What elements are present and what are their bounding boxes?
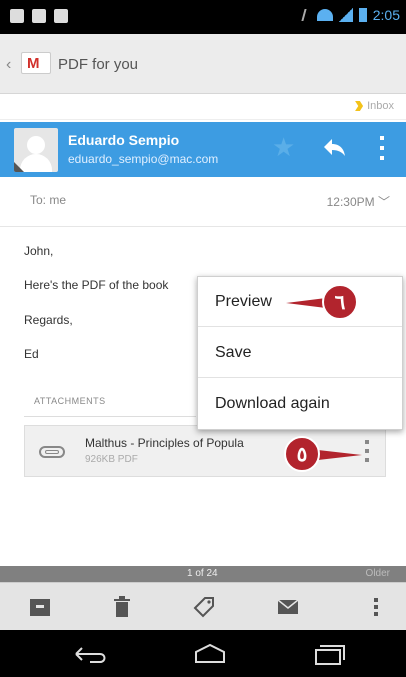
archive-icon[interactable] xyxy=(28,595,52,619)
body-greeting: John, xyxy=(24,244,54,258)
attachment-name: Malthus - Principles of Popula xyxy=(85,436,244,450)
status-notifications xyxy=(10,9,68,23)
image-icon xyxy=(32,9,46,23)
gmail-logo[interactable]: M xyxy=(21,52,51,74)
wifi-icon xyxy=(316,9,333,21)
body-text: Here's the PDF of the book xyxy=(24,278,169,292)
label-icon[interactable] xyxy=(192,595,216,619)
status-system: 2:05 xyxy=(301,7,400,23)
battery-icon xyxy=(358,8,367,22)
delete-icon[interactable] xyxy=(110,595,134,619)
up-chevron-icon[interactable]: ‹ xyxy=(6,56,11,74)
message-time: 12:30PM ﹀ xyxy=(327,193,390,210)
back-icon[interactable] xyxy=(70,642,110,666)
status-time: 2:05 xyxy=(372,7,400,23)
label-tag-icon xyxy=(355,101,364,111)
older-button[interactable]: Older xyxy=(366,568,390,579)
message-overflow-icon[interactable] xyxy=(380,136,384,160)
bottom-action-bar xyxy=(0,582,406,630)
bluetooth-icon xyxy=(301,9,313,21)
recipient-row[interactable]: To: me 12:30PM ﹀ xyxy=(0,177,406,227)
expand-chevron-icon[interactable]: ﹀ xyxy=(378,195,390,209)
attachment-overflow-icon[interactable] xyxy=(365,440,369,462)
calendar-icon xyxy=(54,9,68,23)
sender-name: Eduardo Sempio xyxy=(68,132,180,148)
inbox-label[interactable]: Inbox xyxy=(355,100,394,112)
message-time-text: 12:30PM xyxy=(326,195,375,209)
label-bar: Inbox xyxy=(0,94,406,120)
menu-item-save[interactable]: Save xyxy=(198,328,402,378)
mark-unread-icon[interactable] xyxy=(276,595,300,619)
sender-header[interactable]: Eduardo Sempio eduardo_sempio@mac.com ★ xyxy=(0,122,406,177)
attachment-card[interactable]: Malthus - Principles of Popula 926KB PDF xyxy=(24,425,386,477)
attachment-popup-menu: Preview Save Download again xyxy=(197,276,403,430)
system-nav-bar xyxy=(0,630,406,677)
menu-item-download-again[interactable]: Download again xyxy=(198,379,402,429)
callout-preview: ٦ xyxy=(322,284,358,320)
body-closing: Regards, xyxy=(24,313,73,327)
pager-position: 1 of 24 xyxy=(187,568,218,579)
status-bar: 2:05 xyxy=(0,0,406,34)
recents-icon[interactable] xyxy=(310,642,350,666)
notification-icon xyxy=(10,9,24,23)
gmail-logo-letter: M xyxy=(27,55,40,72)
avatar[interactable] xyxy=(14,128,58,172)
avatar-body xyxy=(20,154,52,172)
attachments-divider xyxy=(24,416,196,417)
avatar-head xyxy=(27,136,45,154)
conversation-subject: PDF for you xyxy=(58,56,139,73)
reply-icon[interactable] xyxy=(322,137,346,157)
paperclip-icon xyxy=(39,446,65,458)
attachment-meta: 926KB PDF xyxy=(85,454,138,465)
home-icon[interactable] xyxy=(190,642,230,666)
label-text: Inbox xyxy=(367,100,394,112)
app-bar: ‹ M PDF for you xyxy=(0,34,406,94)
signal-icon xyxy=(338,8,353,22)
star-icon[interactable]: ★ xyxy=(272,134,295,160)
attachments-heading: ATTACHMENTS xyxy=(34,396,106,406)
recipient-to: To: me xyxy=(30,193,67,207)
pager-bar: 1 of 24 Older xyxy=(0,566,406,582)
sender-email: eduardo_sempio@mac.com xyxy=(68,152,219,166)
more-icon[interactable] xyxy=(364,595,388,619)
callout-overflow: ٥ xyxy=(284,436,320,472)
body-signature: Ed xyxy=(24,347,39,361)
